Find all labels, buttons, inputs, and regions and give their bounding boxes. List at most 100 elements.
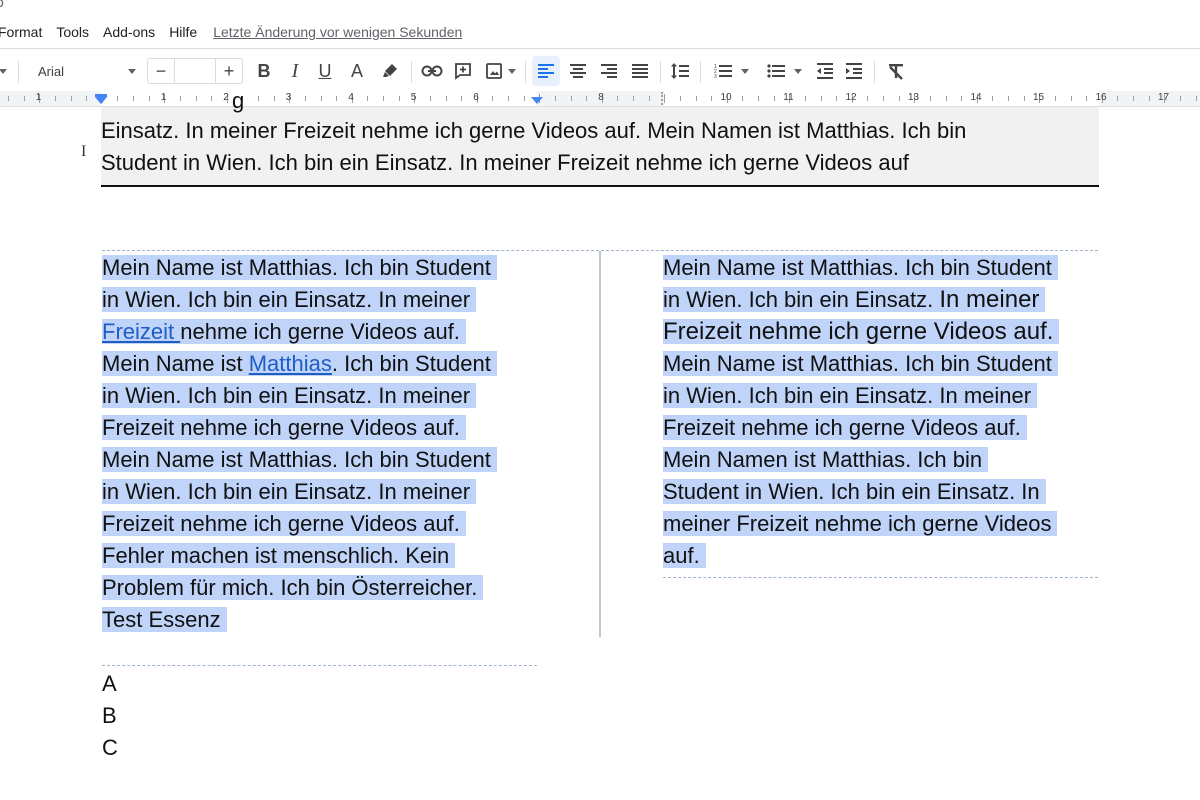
italic-button[interactable]: I xyxy=(283,54,307,88)
selected-text: Mein Name ist Matthias. Ich bin Student xyxy=(102,351,497,376)
chevron-down-icon xyxy=(794,68,802,74)
ruler-number: 2 xyxy=(223,92,229,103)
clear-formatting-button[interactable] xyxy=(883,54,909,88)
italic-icon: I xyxy=(291,59,299,82)
selected-text: Student in Wien. Ich bin ein Einsatz. In xyxy=(663,479,1046,504)
menu-addons[interactable]: Add-ons xyxy=(96,24,162,40)
selected-text: meiner Freizeit nehme ich gerne Videos xyxy=(663,511,1058,536)
heading-paragraph[interactable]: Einsatz. In meiner Freizeit nehme ich ge… xyxy=(101,115,1099,179)
numbered-list-button[interactable]: 123 xyxy=(708,54,754,88)
ruler-tick xyxy=(836,96,838,101)
selected-text: Problem für mich. Ich bin Österreicher. xyxy=(102,575,484,600)
ruler-tick xyxy=(1070,96,1072,101)
selected-text: auf. xyxy=(663,543,706,568)
bulleted-list-button[interactable] xyxy=(761,54,807,88)
selected-text: Freizeit nehme ich gerne Videos auf. xyxy=(102,511,466,536)
column-line: Problem für mich. Ich bin Österreicher. xyxy=(102,572,497,604)
column-line: Mein Name ist Matthias. Ich bin Student xyxy=(102,348,497,380)
ruler-number: 8 xyxy=(598,92,604,103)
ruler-tick xyxy=(742,96,744,101)
text-color-button[interactable]: A xyxy=(345,54,369,88)
toolbar-divider xyxy=(411,61,412,83)
decrease-font-size-button[interactable]: − xyxy=(148,59,174,83)
text-run-large: In meiner xyxy=(939,286,1040,313)
line-spacing-button[interactable] xyxy=(667,54,693,88)
column-line: in Wien. Ich bin ein Einsatz. In meiner xyxy=(102,380,497,412)
toolbar: Arial − + B I U A 1 2 3 xyxy=(0,54,1200,88)
hyperlink[interactable]: Matthias xyxy=(249,351,332,376)
toolbar-divider xyxy=(18,61,19,83)
highlight-color-button[interactable] xyxy=(378,54,402,88)
insert-comment-button[interactable] xyxy=(451,54,475,88)
font-size-input[interactable] xyxy=(174,59,216,83)
chevron-down-icon xyxy=(507,68,516,74)
align-center-icon xyxy=(570,64,586,78)
left-indent-marker[interactable] xyxy=(95,97,107,104)
ruler-tick xyxy=(883,96,884,101)
menu-tools[interactable]: Tools xyxy=(49,24,96,40)
align-left-button[interactable] xyxy=(532,56,560,86)
text-run: in Wien. Ich bin ein Einsatz. xyxy=(663,287,940,312)
ruler-tick xyxy=(195,96,197,101)
style-dropdown-caret[interactable] xyxy=(0,54,10,88)
column-line: in Wien. Ich bin ein Einsatz. In meiner xyxy=(663,380,1059,412)
underline-button[interactable]: U xyxy=(313,54,337,88)
font-family-select[interactable]: Arial xyxy=(30,59,140,83)
ruler-tick xyxy=(523,96,525,101)
text-cursor-icon: I xyxy=(81,143,87,160)
text-run: Freizeit nehme ich gerne Videos auf. xyxy=(663,415,1021,440)
text-run: in Wien. Ich bin ein Einsatz. In meiner xyxy=(663,383,1032,408)
justify-button[interactable] xyxy=(627,54,653,88)
add-comment-icon xyxy=(455,63,471,80)
right-indent-marker[interactable] xyxy=(531,97,543,104)
column-margin-handle[interactable] xyxy=(661,92,663,105)
ruler[interactable]: 1 1 2 3 4 5 6 8 10 11 12 13 14 15 16 17 xyxy=(0,91,1200,107)
menu-help[interactable]: Hilfe xyxy=(162,24,204,40)
highlighter-icon xyxy=(383,64,397,77)
numbered-list-icon: 123 xyxy=(714,64,732,80)
selected-text: Freizeit nehme ich gerne Videos auf. xyxy=(102,319,466,344)
ruler-tick xyxy=(1117,96,1119,101)
insert-image-button[interactable] xyxy=(482,54,518,88)
text-run: Mein Name ist Matthias. Ich bin Student xyxy=(663,351,1052,376)
column-line: Freizeit nehme ich gerne Videos auf. xyxy=(663,316,1060,348)
text-run-large: Freizeit nehme ich gerne Videos auf. xyxy=(663,318,1054,345)
ruler-tick xyxy=(570,96,572,101)
align-center-button[interactable] xyxy=(565,54,591,88)
hyperlink[interactable]: Freizeit xyxy=(102,319,180,344)
increase-indent-button[interactable] xyxy=(841,54,867,88)
ruler-number: 1 xyxy=(160,92,167,103)
last-edit-link[interactable]: Letzte Änderung vor wenigen Sekunden xyxy=(213,24,462,40)
ruler-tick xyxy=(961,96,963,101)
ruler-tick xyxy=(945,96,947,101)
increase-font-size-button[interactable]: + xyxy=(216,59,242,83)
right-column[interactable]: Mein Name ist Matthias. Ich bin Student i… xyxy=(663,252,1060,572)
ruler-tick xyxy=(992,96,994,101)
left-column[interactable]: Mein Name ist Matthias. Ich bin Student i… xyxy=(102,252,497,636)
after-columns-text[interactable]: A B C xyxy=(102,668,118,764)
menu-format[interactable]: Format xyxy=(0,24,49,40)
column-line: Freizeit nehme ich gerne Videos auf. xyxy=(102,508,497,540)
decrease-indent-button[interactable] xyxy=(812,54,838,88)
text-run: nehme ich gerne Videos auf. xyxy=(180,319,460,344)
ruler-tick xyxy=(898,96,900,101)
section-break-line xyxy=(102,665,537,666)
insert-link-button[interactable] xyxy=(419,54,445,88)
underline-icon: U xyxy=(318,60,332,81)
text-run: . Ich bin Student xyxy=(331,351,491,376)
bold-button[interactable]: B xyxy=(252,54,276,88)
ruler-tick xyxy=(664,94,666,103)
ruler-tick xyxy=(133,96,134,101)
font-family-value: Arial xyxy=(38,63,65,79)
ruler-tick xyxy=(258,96,259,101)
image-icon xyxy=(485,63,502,79)
align-right-button[interactable] xyxy=(596,54,622,88)
text-run: in Wien. Ich bin ein Einsatz. In meiner xyxy=(102,383,471,408)
ruler-tick xyxy=(148,96,150,101)
chevron-down-icon xyxy=(128,69,136,74)
chevron-down-icon xyxy=(741,68,749,74)
ruler-number: 1 xyxy=(35,92,42,103)
text-run: auf. xyxy=(663,543,700,568)
heading-line: Student in Wien. Ich bin ein Einsatz. In… xyxy=(101,150,909,175)
ruler-tick xyxy=(867,96,869,101)
